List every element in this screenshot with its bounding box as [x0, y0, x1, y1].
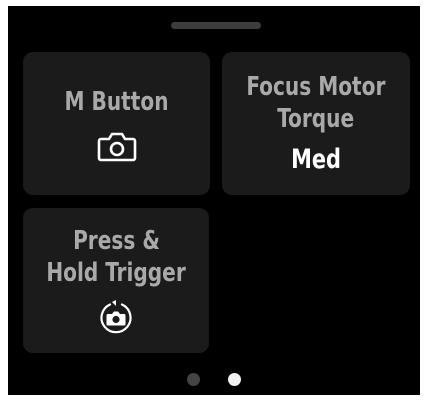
- tile-title-line-1: Focus Motor: [246, 71, 386, 102]
- tile-title-line-2: Torque: [277, 103, 355, 134]
- page-indicator: [8, 373, 420, 386]
- focus-motor-torque-tile[interactable]: Focus Motor Torque Med: [222, 52, 410, 195]
- m-button-tile[interactable]: M Button: [23, 52, 210, 195]
- watch-screen: M Button Focus Motor Torque Med Press & …: [8, 6, 420, 395]
- page-dot-2-active[interactable]: [228, 373, 241, 386]
- torque-value: Med: [291, 143, 341, 175]
- drag-handle[interactable]: [171, 22, 261, 29]
- tile-title-line-1: Press &: [72, 225, 160, 256]
- tile-title: M Button: [64, 86, 169, 117]
- tile-title-line-2: Hold Trigger: [46, 257, 186, 288]
- camera-icon: [97, 132, 136, 161]
- camera-burst-icon: [100, 299, 132, 333]
- press-hold-trigger-tile[interactable]: Press & Hold Trigger: [23, 208, 209, 353]
- page-dot-1[interactable]: [187, 373, 200, 386]
